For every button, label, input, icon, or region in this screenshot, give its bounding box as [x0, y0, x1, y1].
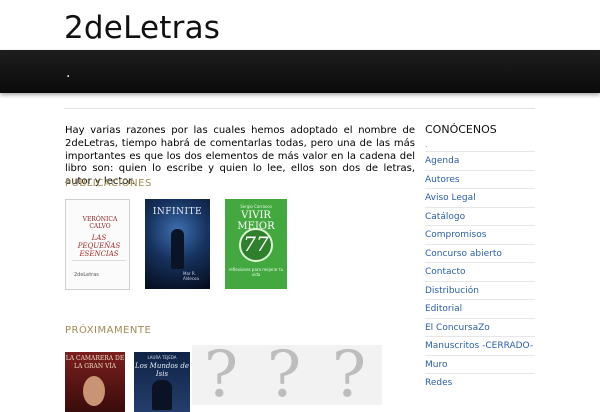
book-publisher: 2deLetras	[74, 272, 99, 278]
sidebar-item-compromisos[interactable]: Compromisos	[425, 225, 535, 244]
upcoming-placeholder: ?	[251, 338, 317, 412]
book-title: LA CAMARERA DE LA GRAN VÍA	[65, 355, 125, 370]
sidebar-title: CONÓCENOS	[425, 123, 497, 136]
book-author: Sergio Carrasco	[240, 204, 272, 209]
book-author: VERÓNICA CALVO	[82, 216, 118, 230]
sidebar-item-editorial[interactable]: Editorial	[425, 299, 535, 318]
book-cover-vivir-mejor[interactable]: Sergio Carrasco VIVIR MEJOR 77 reflexion…	[225, 199, 287, 289]
publicaciones-heading: PUBLICACIONES	[65, 178, 152, 189]
book-cover-los-mundos-de-isis[interactable]: LAURA TEJEDA Los Mundos de Isis	[134, 352, 190, 412]
sidebar-item-aviso-legal[interactable]: Aviso Legal	[425, 188, 535, 207]
nav-item[interactable]: .	[66, 66, 70, 80]
sidebar-item-agenda[interactable]: Agenda	[425, 151, 535, 170]
book-author: LAURA TEJEDA	[147, 355, 177, 360]
book-cover-infinite[interactable]: INFINITE Mar R. Aldecoa	[145, 199, 210, 289]
cover-rule	[72, 260, 126, 267]
book-subtitle: reflexiones para mejorar tu vida	[228, 267, 284, 277]
sidebar-item-contacto[interactable]: Contacto	[425, 262, 535, 281]
cover-portrait	[83, 376, 105, 406]
sidebar-item-muro[interactable]: Muro	[425, 354, 535, 374]
proximamente-heading: PRÓXIMAMENTE	[65, 325, 152, 336]
book-title: LAS PEQUEÑAS ESENCIAS	[77, 234, 121, 258]
book-cover-las-pequenas-esencias[interactable]: VERÓNICA CALVO LAS PEQUEÑAS ESENCIAS 2de…	[65, 199, 130, 290]
upcoming-placeholder: ?	[316, 338, 382, 412]
sidebar-item-el-concursazo[interactable]: El ConcursaZo	[425, 317, 535, 337]
book-title: Los Mundos de Isis	[134, 362, 189, 378]
main-nav-bar: .	[0, 50, 600, 93]
sidebar-item-manuscritos[interactable]: Manuscritos -CERRADO-	[425, 336, 535, 355]
sidebar-item-catalogo[interactable]: Catálogo	[425, 206, 535, 226]
book-number: 77	[243, 232, 269, 256]
sidebar-item-distribucion[interactable]: Distribución	[425, 280, 535, 300]
sidebar-item-concurso-abierto[interactable]: Concurso abierto	[425, 243, 535, 263]
question-mark-icon: ?	[203, 338, 239, 412]
book-cover-la-camarera[interactable]: LA CAMARERA DE LA GRAN VÍA	[65, 352, 125, 412]
cover-figure	[171, 229, 184, 269]
book-title: INFINITE	[152, 207, 203, 217]
question-mark-icon: ?	[266, 338, 302, 412]
site-title[interactable]: 2deLetras	[64, 8, 220, 48]
book-author: Mar R. Aldecoa	[183, 271, 199, 281]
sidebar-menu: Agenda Autores Aviso Legal Catálogo Comp…	[425, 151, 535, 392]
cover-figure	[152, 380, 172, 410]
question-mark-icon: ?	[331, 338, 367, 412]
sidebar-item-autores[interactable]: Autores	[425, 169, 535, 189]
sidebar-item-redes[interactable]: Redes	[425, 373, 535, 392]
divider	[64, 108, 535, 109]
upcoming-placeholder: ?	[188, 338, 254, 412]
sidebar-dot: .	[425, 140, 428, 149]
